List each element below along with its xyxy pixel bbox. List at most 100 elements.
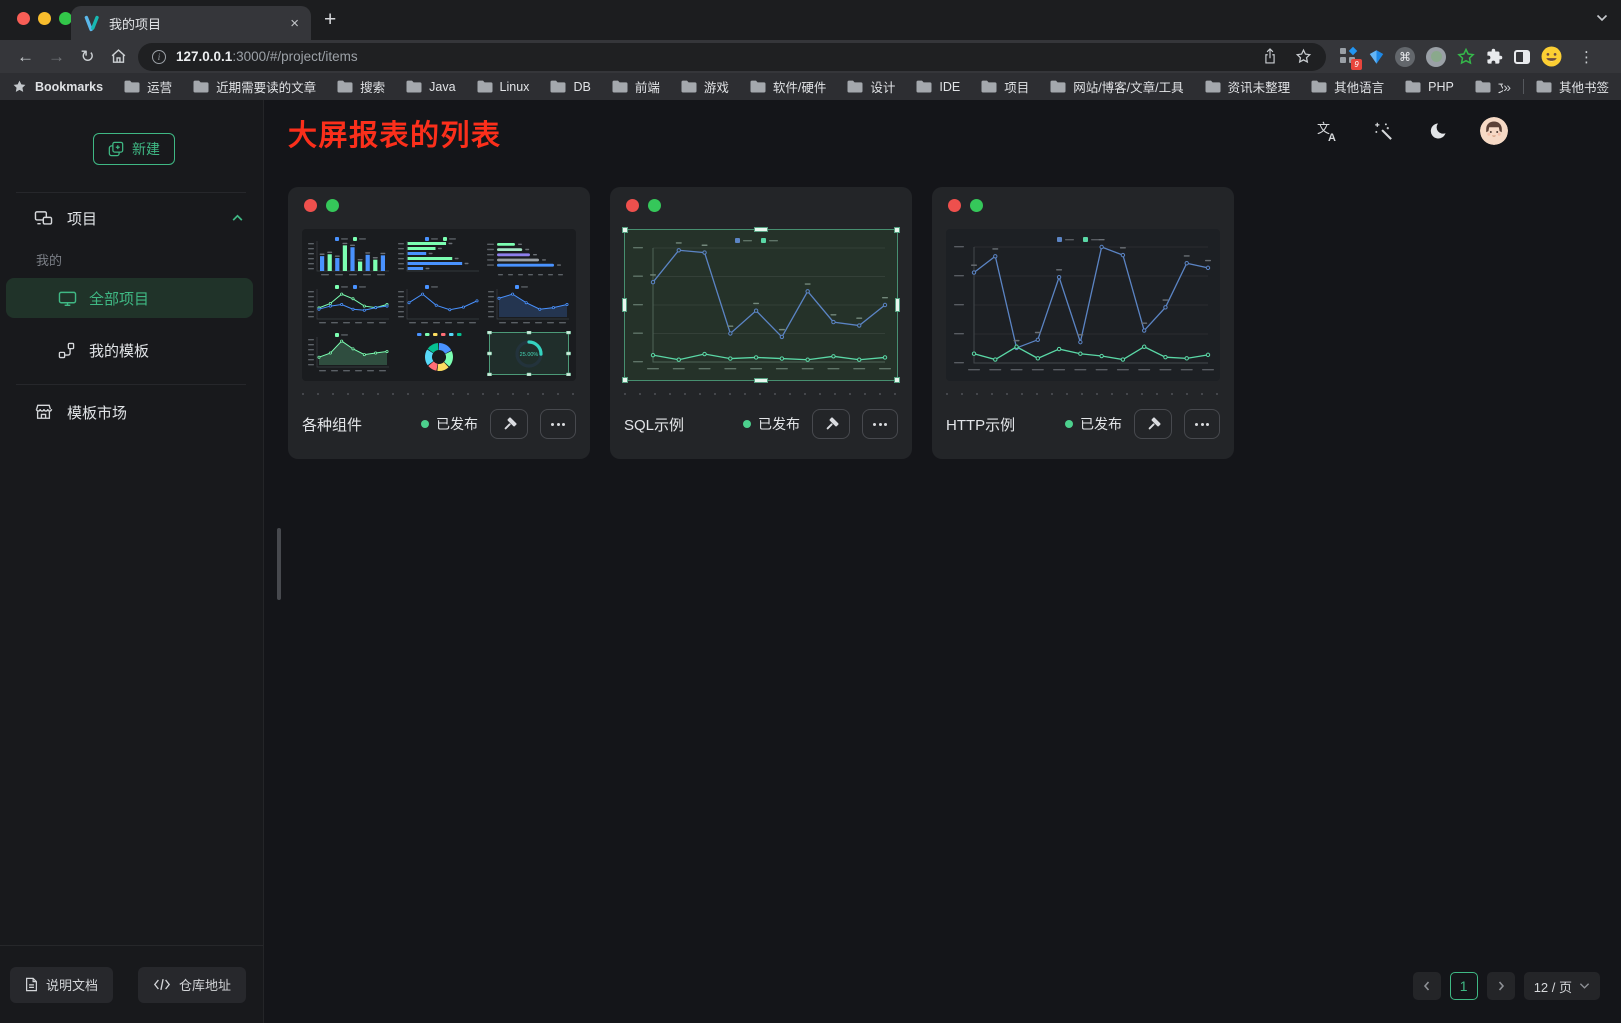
resize-handle[interactable] [622, 298, 627, 312]
other-bookmarks-folder[interactable]: 其他书签 [1536, 77, 1609, 96]
profile-emoji-icon[interactable] [1541, 46, 1562, 67]
resize-handle[interactable] [895, 298, 900, 312]
new-project-button[interactable]: 新建 [93, 133, 175, 165]
bookmark-star-icon[interactable] [1295, 48, 1312, 65]
more-button[interactable] [862, 409, 898, 439]
folder-icon [124, 80, 140, 93]
bookmark-folder[interactable]: 资讯未整理 [1205, 77, 1291, 96]
tab-search-icon[interactable] [1596, 14, 1608, 22]
new-tab-button[interactable]: + [324, 8, 336, 32]
tab-close-icon[interactable]: × [290, 16, 299, 31]
bookmark-folder[interactable]: 前端 [612, 77, 660, 96]
edit-button[interactable] [490, 409, 528, 439]
address-bar[interactable]: i 127.0.0.1:3000/#/project/items [138, 43, 1326, 71]
project-preview[interactable] [946, 229, 1220, 381]
dark-mode-moon-icon[interactable] [1425, 118, 1451, 144]
command-extension-icon[interactable]: ⌘ [1395, 47, 1415, 67]
goview-favicon [83, 15, 100, 32]
folder-icon [337, 80, 353, 93]
green-dot-icon [970, 199, 983, 212]
minimize-window-button[interactable] [38, 12, 51, 25]
resize-handle[interactable] [894, 227, 900, 233]
resize-handle[interactable] [622, 377, 628, 383]
sidebar-item-all-projects[interactable]: 全部项目 [6, 278, 253, 318]
more-button[interactable] [540, 409, 576, 439]
sidebar-section-project[interactable]: 项目 [34, 202, 97, 234]
repo-button[interactable]: 仓库地址 [138, 967, 246, 1003]
bookmark-folder[interactable]: 文件服务器 [1475, 77, 1503, 96]
side-panel-icon[interactable] [1514, 50, 1530, 64]
project-card[interactable]: SQL示例 已发布 [610, 187, 912, 459]
forward-icon[interactable]: → [41, 43, 72, 70]
publish-status: 已发布 [1065, 414, 1122, 434]
next-page-button[interactable] [1487, 972, 1515, 1000]
current-page-button[interactable]: 1 [1450, 972, 1478, 1000]
bookmark-folder[interactable]: Java [406, 80, 455, 94]
bookmark-folder[interactable]: 搜索 [337, 77, 385, 96]
language-icon[interactable]: 文A [1315, 118, 1341, 144]
url-text: 127.0.0.1:3000/#/project/items [176, 49, 358, 64]
chrome-menu-icon[interactable]: ⋮ [1571, 43, 1602, 70]
extensions-puzzle-icon[interactable] [1486, 48, 1503, 65]
red-dot-icon [304, 199, 317, 212]
back-icon[interactable]: ← [10, 43, 41, 70]
pinia-star-icon[interactable] [1457, 48, 1475, 66]
bookmark-folder[interactable]: 设计 [847, 77, 895, 96]
vue-devtools-icon[interactable] [1369, 49, 1384, 65]
chevron-left-icon [1421, 980, 1433, 992]
page-size-select[interactable]: 12 / 页 [1524, 972, 1600, 1000]
user-avatar[interactable] [1480, 117, 1508, 145]
folder-icon [1405, 80, 1421, 93]
bookmark-folder[interactable]: 项目 [981, 77, 1029, 96]
tab-title: 我的项目 [109, 14, 281, 33]
resize-handle[interactable] [622, 227, 628, 233]
prev-page-button[interactable] [1413, 972, 1441, 1000]
folder-icon [916, 80, 932, 93]
extension-badge: 9 [1351, 59, 1362, 70]
bookmark-folder[interactable]: 游戏 [681, 77, 729, 96]
bookmarks-overflow-chevron[interactable]: » [1503, 79, 1511, 95]
more-button[interactable] [1184, 409, 1220, 439]
bookmarks-label[interactable]: Bookmarks [35, 80, 103, 94]
folder-icon [1475, 80, 1491, 93]
edit-button[interactable] [812, 409, 850, 439]
project-card[interactable]: HTTP示例 已发布 [932, 187, 1234, 459]
scrollbar-thumb[interactable] [277, 528, 281, 600]
share-icon[interactable] [1263, 48, 1277, 65]
card-footer: SQL示例 已发布 [624, 395, 898, 453]
bookmark-folder[interactable]: IDE [916, 80, 960, 94]
chevron-up-icon[interactable] [231, 212, 244, 225]
bookmark-folder[interactable]: 近期需要读的文章 [193, 77, 316, 96]
sidebar-item-my-templates[interactable]: 我的模板 [58, 334, 149, 366]
resize-handle[interactable] [754, 378, 768, 383]
close-window-button[interactable] [17, 12, 30, 25]
bookmark-folder[interactable]: 网站/博客/文章/工具 [1050, 77, 1183, 96]
project-preview-selected[interactable] [624, 229, 898, 381]
home-icon[interactable] [103, 43, 134, 70]
docs-button[interactable]: 说明文档 [10, 967, 113, 1003]
bookmark-folder[interactable]: 软件/硬件 [750, 77, 826, 96]
bookmark-folder[interactable]: Linux [477, 80, 530, 94]
bookmark-folder[interactable]: 其他语言 [1311, 77, 1384, 96]
extension-grid-icon[interactable]: 9 [1339, 47, 1358, 66]
bookmark-folder[interactable]: DB [550, 80, 590, 94]
browser-tab[interactable]: 我的项目 × [71, 6, 311, 40]
card-footer: HTTP示例 已发布 [946, 395, 1220, 453]
site-info-icon[interactable]: i [152, 50, 166, 64]
project-preview[interactable]: 25.00% [302, 229, 576, 381]
bookmark-folder[interactable]: 运营 [124, 77, 172, 96]
resize-handle[interactable] [754, 227, 768, 232]
resize-handle[interactable] [894, 377, 900, 383]
card-traffic-dots [624, 197, 898, 213]
magic-wand-icon[interactable] [1370, 118, 1396, 144]
bookmarks-list: 运营 近期需要读的文章 搜索 Java Linux DB 前端 游戏 软件/硬件 设计 IDE 项目 网… [124, 77, 1503, 96]
edit-button[interactable] [1134, 409, 1172, 439]
recorder-extension-icon[interactable] [1426, 47, 1446, 67]
page-title: 大屏报表的列表 [288, 112, 502, 154]
reload-icon[interactable]: ↻ [72, 43, 103, 70]
bookmark-folder[interactable]: PHP [1405, 80, 1454, 94]
sidebar-divider [16, 192, 246, 193]
sidebar-item-template-market[interactable]: 模板市场 [34, 396, 127, 428]
bookmarks-star-icon[interactable] [12, 79, 27, 94]
project-card[interactable]: 25.00% 各种组件 已发布 [288, 187, 590, 459]
